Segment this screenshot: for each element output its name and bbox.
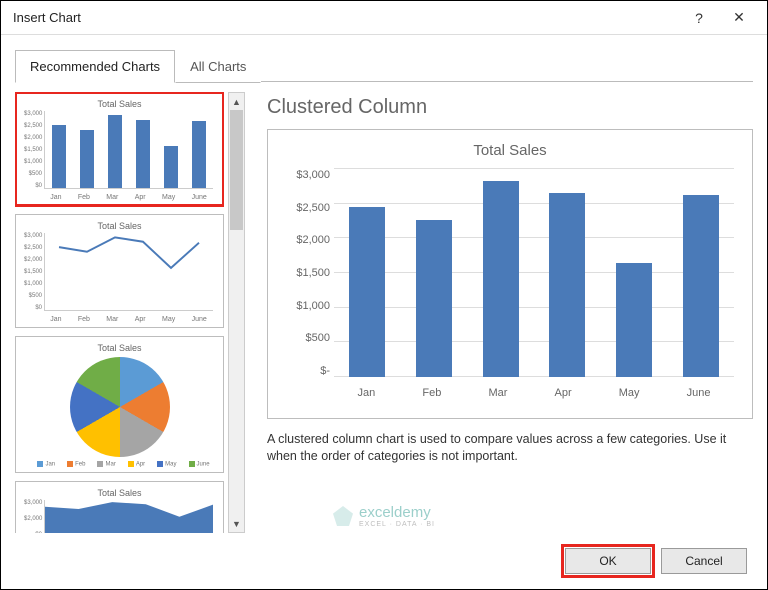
close-button[interactable]: ✕ (719, 4, 759, 32)
thumb-line[interactable]: Total Sales $0$500$1,000$1,500$2,000$2,5… (15, 214, 224, 328)
dialog-body: Total Sales $0$500$1,000$1,500$2,000$2,5… (1, 82, 767, 533)
bar (616, 263, 652, 377)
dialog-footer: OK Cancel (1, 533, 767, 589)
scroll-thumb[interactable] (230, 110, 243, 230)
preview-pane: Clustered Column Total Sales $-$500$1,00… (253, 92, 753, 533)
scroll-down-icon[interactable]: ▼ (229, 515, 244, 532)
chart-preview: Total Sales $-$500$1,000$1,500$2,000$2,5… (267, 129, 753, 419)
bar (549, 193, 585, 377)
pie-icon (70, 357, 170, 457)
chart-title: Total Sales (282, 142, 738, 159)
thumb-clustered-column[interactable]: Total Sales $0$500$1,000$1,500$2,000$2,5… (15, 92, 224, 206)
dialog-title: Insert Chart (13, 10, 81, 25)
bar (683, 195, 719, 377)
tab-all-charts[interactable]: All Charts (175, 50, 261, 83)
chart-description: A clustered column chart is used to comp… (267, 431, 753, 465)
scroll-up-icon[interactable]: ▲ (229, 93, 244, 110)
help-button[interactable]: ? (679, 4, 719, 32)
cancel-button[interactable]: Cancel (661, 548, 747, 574)
bar (483, 181, 519, 377)
recommendation-list: Total Sales $0$500$1,000$1,500$2,000$2,5… (15, 92, 245, 533)
titlebar: Insert Chart ? ✕ (1, 1, 767, 35)
thumb-area[interactable]: Total Sales $0$2,000$3,000 (15, 481, 224, 533)
insert-chart-dialog: Insert Chart ? ✕ Recommended Charts All … (0, 0, 768, 590)
bar (349, 207, 385, 377)
tab-bar: Recommended Charts All Charts (1, 35, 767, 82)
tab-recommended[interactable]: Recommended Charts (15, 50, 175, 83)
thumb-scrollbar[interactable]: ▲ ▼ (228, 92, 245, 533)
ok-button[interactable]: OK (565, 548, 651, 574)
bar (416, 220, 452, 377)
chart-type-label: Clustered Column (267, 96, 753, 119)
thumb-pie[interactable]: Total Sales JanFebMarAprMayJune (15, 336, 224, 473)
